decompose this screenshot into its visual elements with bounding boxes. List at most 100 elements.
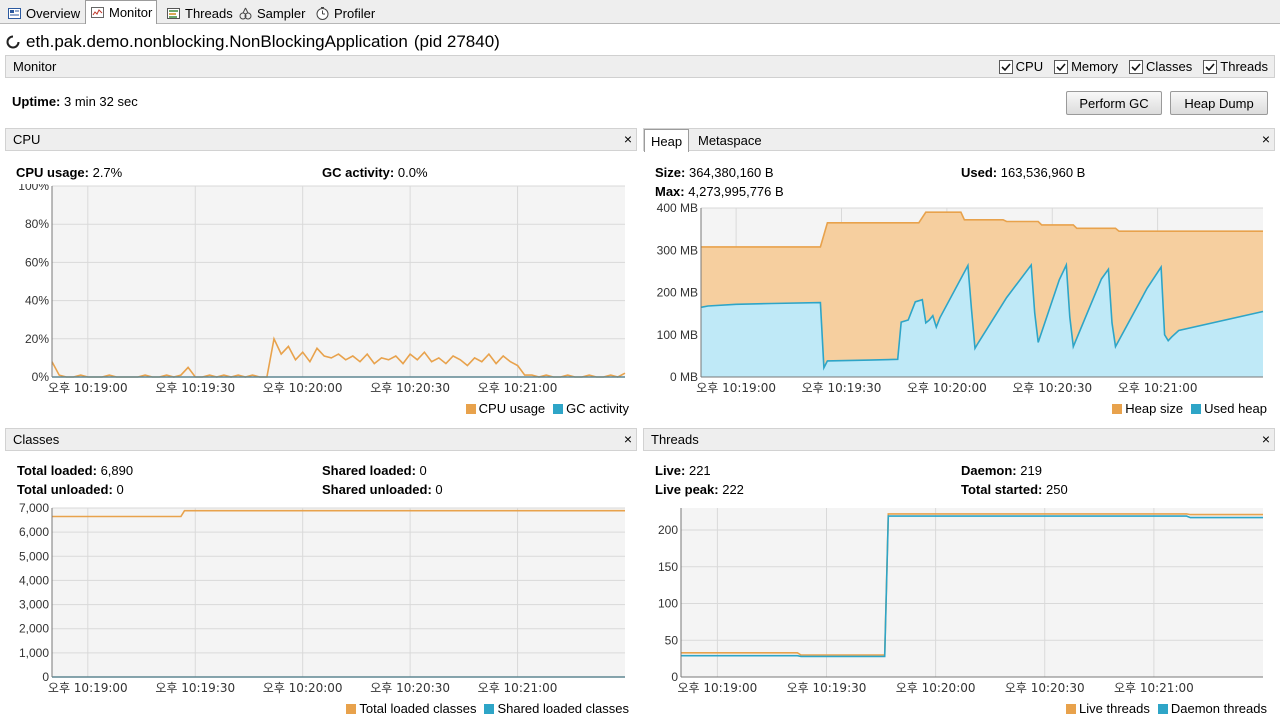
heap-max-stat: Max: 4,273,995,776 B — [655, 184, 784, 199]
tab-heap[interactable]: Heap — [644, 129, 690, 152]
monitor-header-bar: Monitor CPU Memory Classes Threads — [5, 55, 1275, 78]
stat-value: 0.0% — [397, 165, 428, 180]
checkbox-label: CPU — [1015, 59, 1044, 74]
threads-panel-title: Threads — [651, 432, 699, 447]
x-tick-label: 오후 10:21:00 — [478, 381, 558, 395]
total-loaded-stat: Total loaded: 6,890 — [17, 463, 133, 478]
close-icon[interactable]: × — [1262, 431, 1270, 447]
tab-overview[interactable]: Overview — [2, 2, 85, 24]
checkbox-box[interactable] — [998, 59, 1013, 74]
checkbox-box[interactable] — [1129, 59, 1144, 74]
legend-label: Shared loaded classes — [497, 701, 629, 716]
legend-item-live-threads: Live threads — [1066, 701, 1150, 716]
y-tick-label: 6,000 — [19, 525, 49, 539]
y-tick-label: 20% — [25, 332, 49, 346]
legend-label: CPU usage — [478, 401, 546, 416]
checkbox-cpu[interactable]: CPU — [998, 59, 1044, 74]
x-tick-label: 오후 10:20:30 — [370, 681, 450, 695]
legend-swatch — [553, 403, 564, 414]
x-tick-label: 오후 10:19:30 — [802, 381, 882, 395]
cpu-chart: 0% 20% 40% 60% 80% 100% 오후 10:19:00 오후 10:19:30… — [18, 184, 626, 395]
tab-label: Overview — [26, 6, 81, 21]
y-tick-label: 400 MB — [657, 201, 698, 215]
tab-label: Threads — [185, 6, 233, 21]
y-tick-label: 100% — [18, 184, 49, 193]
live-peak-stat: Live peak: 222 — [655, 482, 744, 497]
y-tick-label: 200 — [658, 523, 678, 537]
cpu-panel-title: CPU — [13, 132, 41, 147]
stat-value: 221 — [688, 463, 711, 478]
x-tick-label: 오후 10:20:00 — [896, 681, 976, 695]
legend-item-shared-loaded: Shared loaded classes — [484, 701, 629, 716]
checkbox-box[interactable] — [1203, 59, 1218, 74]
stat-value: 0 — [435, 482, 443, 497]
tab-threads[interactable]: Threads — [161, 2, 238, 24]
checkbox-threads[interactable]: Threads — [1203, 59, 1268, 74]
threads-panel-header: Threads × — [643, 428, 1275, 451]
tab-sampler[interactable]: Sampler — [233, 2, 310, 24]
classes-panel-header: Classes × — [5, 428, 637, 451]
stat-value: 163,536,960 B — [1000, 165, 1086, 180]
threads-chart-legend: Live threads Daemon threads — [1066, 701, 1267, 716]
legend-label: Heap size — [1125, 401, 1184, 416]
monitor-icon — [91, 7, 104, 18]
y-tick-label: 7,000 — [19, 501, 49, 515]
y-tick-label: 4,000 — [19, 573, 49, 587]
checkbox-box[interactable] — [1054, 59, 1069, 74]
x-tick-label: 오후 10:19:30 — [787, 681, 867, 695]
total-unloaded-stat: Total unloaded: 0 — [17, 482, 124, 497]
y-tick-label: 80% — [25, 217, 49, 231]
shared-unloaded-stat: Shared unloaded: 0 — [322, 482, 443, 497]
stat-label: Size: — [655, 165, 686, 180]
legend-swatch — [1191, 403, 1202, 414]
tab-metaspace[interactable]: Metaspace — [692, 129, 768, 152]
stat-value: 2.7% — [92, 165, 123, 180]
checkbox-classes[interactable]: Classes — [1129, 59, 1192, 74]
check-icon — [1205, 62, 1215, 71]
tab-monitor[interactable]: Monitor — [85, 0, 158, 24]
x-tick-label: 오후 10:19:30 — [155, 381, 235, 395]
close-icon[interactable]: × — [1262, 131, 1270, 147]
legend-label: Daemon threads — [1170, 701, 1267, 716]
tab-label: Sampler — [257, 6, 306, 21]
heap-used-stat: Used: 163,536,960 B — [961, 165, 1085, 180]
x-tick-label: 오후 10:21:00 — [1114, 681, 1194, 695]
x-tick-label: 오후 10:21:00 — [478, 681, 558, 695]
profiler-icon — [316, 7, 329, 20]
legend-swatch — [1112, 403, 1123, 414]
legend-item-cpu-usage: CPU usage — [465, 401, 546, 416]
close-icon[interactable]: × — [624, 131, 632, 147]
checkbox-label: Classes — [1146, 59, 1193, 74]
classes-chart: 01,0002,0003,0004,0005,0006,0007,000오후 1… — [19, 501, 625, 695]
cpu-usage-stat: CPU usage: 2.7% — [16, 165, 122, 180]
y-tick-label: 300 MB — [657, 243, 698, 257]
perform-gc-button[interactable]: Perform GC — [1066, 91, 1162, 115]
x-tick-label: 오후 10:20:30 — [1005, 681, 1085, 695]
y-tick-label: 0% — [32, 370, 50, 384]
stat-value: 222 — [722, 482, 744, 497]
application-name: eth.pak.demo.nonblocking.NonBlockingAppl… — [26, 32, 408, 51]
stat-label: Max: — [655, 184, 685, 199]
threads-panel: Threads × Live: 221 Live peak: 222 Daemo… — [643, 428, 1275, 720]
plot-background — [52, 186, 625, 377]
cpu-panel-header: CPU × — [5, 128, 637, 151]
stat-value: 6,890 — [100, 463, 134, 478]
y-tick-label: 2,000 — [19, 622, 49, 636]
stat-label: Live: — [655, 463, 686, 478]
stat-value: 250 — [1046, 482, 1068, 497]
close-icon[interactable]: × — [624, 431, 632, 447]
x-tick-label: 오후 10:20:00 — [907, 381, 987, 395]
heap-panel: Heap Metaspace × Size: 364,380,160 B Max… — [643, 128, 1275, 420]
cpu-panel: CPU × CPU usage: 2.7% GC activity: 0.0% … — [5, 128, 637, 420]
y-tick-label: 60% — [25, 255, 49, 269]
heap-dump-button[interactable]: Heap Dump — [1170, 91, 1268, 115]
cpu-chart-legend: CPU usage GC activity — [465, 401, 629, 416]
y-tick-label: 40% — [25, 294, 49, 308]
tab-profiler[interactable]: Profiler — [310, 2, 380, 24]
checkbox-memory[interactable]: Memory — [1054, 59, 1118, 74]
stat-label: Shared unloaded: — [322, 482, 432, 497]
stat-label: Total unloaded: — [17, 482, 113, 497]
uptime-label: Uptime: — [12, 94, 61, 109]
x-tick-label: 오후 10:19:00 — [48, 681, 128, 695]
monitor-label: Monitor — [13, 59, 57, 74]
